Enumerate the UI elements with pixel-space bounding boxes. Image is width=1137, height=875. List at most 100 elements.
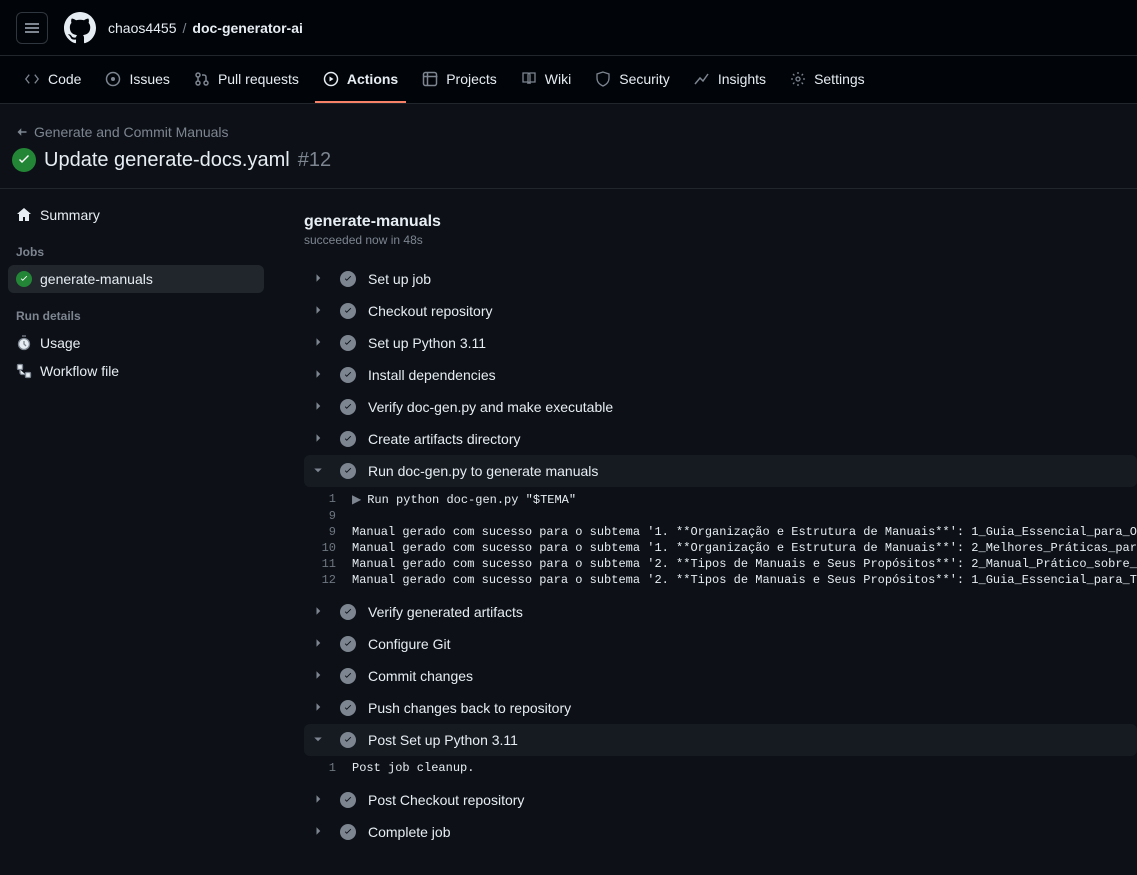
step-row[interactable]: Post Checkout repository [304, 784, 1137, 816]
chevron-right-icon [312, 399, 328, 415]
log-line: 10 Manual gerado com sucesso para o subte… [304, 540, 1137, 556]
chevron-right-icon [312, 668, 328, 684]
hamburger-menu-button[interactable] [16, 12, 48, 44]
run-status-success-icon [12, 148, 36, 172]
job-title: generate-manuals [304, 213, 1137, 231]
step-name: Create artifacts directory [368, 431, 521, 447]
chevron-right-icon [312, 431, 328, 447]
nav-code[interactable]: Code [16, 57, 89, 103]
global-header: chaos4455 / doc-generator-ai [0, 0, 1137, 56]
breadcrumb-owner[interactable]: chaos4455 [108, 20, 177, 36]
sidebar-item-label: Summary [40, 207, 100, 223]
log-line-number: 9 [304, 525, 336, 539]
step-name: Set up Python 3.11 [368, 335, 486, 351]
step-name: Complete job [368, 824, 451, 840]
breadcrumb-repo[interactable]: doc-generator-ai [192, 20, 302, 36]
nav-label: Issues [129, 71, 169, 87]
log-line: 12Manual gerado com sucesso para o subte… [304, 572, 1137, 588]
home-icon [16, 207, 32, 223]
step-name: Run doc-gen.py to generate manuals [368, 463, 598, 479]
nav-label: Projects [446, 71, 497, 87]
log-line-text [352, 509, 1137, 523]
chevron-right-icon [312, 271, 328, 287]
back-to-workflow-link[interactable]: Generate and Commit Manuals [8, 120, 1121, 148]
nav-security[interactable]: Security [587, 57, 678, 103]
nav-insights[interactable]: Insights [686, 57, 774, 103]
step-status-success-icon [340, 792, 356, 808]
log-line-number: 10 [304, 541, 336, 555]
step-name: Commit changes [368, 668, 473, 684]
log-line: 1▶Run python doc-gen.py "$TEMA" [304, 491, 1137, 508]
sidebar: Summary Jobs generate-manuals Run detail… [0, 189, 280, 875]
job-header: generate-manuals succeeded now in 48s [304, 213, 1137, 247]
step-status-success-icon [340, 463, 356, 479]
chevron-down-icon [312, 463, 328, 479]
step-row[interactable]: Push changes back to repository [304, 692, 1137, 724]
github-logo[interactable] [64, 12, 96, 44]
step-row[interactable]: Install dependencies [304, 359, 1137, 391]
wiki-icon [521, 71, 537, 87]
sidebar-item-label: generate-manuals [40, 271, 153, 287]
chevron-down-icon [312, 732, 328, 748]
step-name: Set up job [368, 271, 431, 287]
issue-icon [105, 71, 121, 87]
step-status-success-icon [340, 732, 356, 748]
step-status-success-icon [340, 700, 356, 716]
stopwatch-icon [16, 335, 32, 351]
nav-issues[interactable]: Issues [97, 57, 177, 103]
nav-pulls[interactable]: Pull requests [186, 57, 307, 103]
step-row[interactable]: Verify generated artifacts [304, 596, 1137, 628]
step-row[interactable]: Configure Git [304, 628, 1137, 660]
arrow-left-icon [16, 126, 28, 138]
step-row[interactable]: Create artifacts directory [304, 423, 1137, 455]
step-row[interactable]: Complete job [304, 816, 1137, 848]
step-row[interactable]: Set up job [304, 263, 1137, 295]
step-name: Verify generated artifacts [368, 604, 523, 620]
log-line: 1Post job cleanup. [304, 760, 1137, 776]
nav-projects[interactable]: Projects [414, 57, 505, 103]
step-row[interactable]: Run doc-gen.py to generate manuals [304, 455, 1137, 487]
nav-wiki[interactable]: Wiki [513, 57, 579, 103]
step-row[interactable]: Checkout repository [304, 295, 1137, 327]
projects-icon [422, 71, 438, 87]
log-line-number: 9 [304, 509, 336, 523]
step-row[interactable]: Verify doc-gen.py and make executable [304, 391, 1137, 423]
step-name: Push changes back to repository [368, 700, 571, 716]
steps-list: Set up job Checkout repository Set up Pyth… [304, 263, 1137, 848]
nav-actions[interactable]: Actions [315, 57, 406, 103]
chevron-right-icon [312, 636, 328, 652]
sidebar-item-workflow-file[interactable]: Workflow file [8, 357, 264, 385]
sidebar-item-job[interactable]: generate-manuals [8, 265, 264, 293]
nav-label: Pull requests [218, 71, 299, 87]
log-line-text: Manual gerado com sucesso para o subtema… [352, 541, 1137, 555]
step-status-success-icon [340, 668, 356, 684]
step-row[interactable]: Set up Python 3.11 [304, 327, 1137, 359]
sidebar-item-label: Workflow file [40, 363, 119, 379]
log-line-number: 1 [304, 492, 336, 507]
step-name: Install dependencies [368, 367, 496, 383]
graph-icon [694, 71, 710, 87]
run-title: Update generate-docs.yaml [44, 149, 290, 172]
step-status-success-icon [340, 431, 356, 447]
run-header: Generate and Commit Manuals Update gener… [0, 104, 1137, 189]
nav-label: Wiki [545, 71, 571, 87]
chevron-right-icon [312, 792, 328, 808]
sidebar-item-usage[interactable]: Usage [8, 329, 264, 357]
step-log: 1Post job cleanup. [304, 756, 1137, 784]
step-log: 1▶Run python doc-gen.py "$TEMA"99Manual … [304, 487, 1137, 596]
step-status-success-icon [340, 636, 356, 652]
step-row[interactable]: Commit changes [304, 660, 1137, 692]
sidebar-item-summary[interactable]: Summary [8, 201, 264, 229]
code-icon [24, 71, 40, 87]
step-status-success-icon [340, 604, 356, 620]
nav-settings[interactable]: Settings [782, 57, 873, 103]
back-label: Generate and Commit Manuals [34, 124, 229, 140]
breadcrumb-separator: / [183, 20, 187, 36]
pull-request-icon [194, 71, 210, 87]
step-row[interactable]: Post Set up Python 3.11 [304, 724, 1137, 756]
log-line: 9Manual gerado com sucesso para o subtem… [304, 524, 1137, 540]
nav-label: Code [48, 71, 81, 87]
run-title-row: Update generate-docs.yaml #12 [8, 148, 1121, 172]
step-status-success-icon [340, 399, 356, 415]
job-status-success-icon [16, 271, 32, 287]
